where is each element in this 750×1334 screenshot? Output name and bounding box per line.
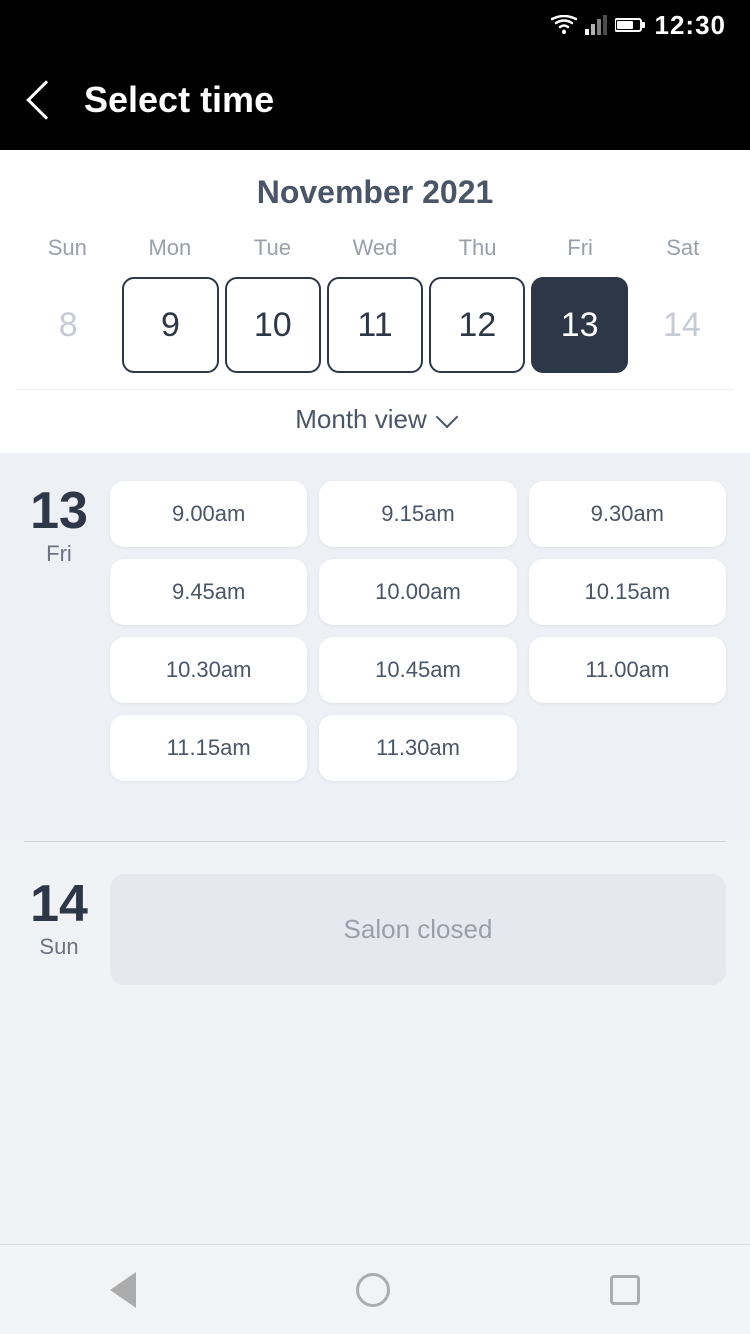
nav-back-button[interactable] (110, 1272, 136, 1308)
day-block-13: 13 Fri 9.00am 9.15am 9.30am 9.45am 10.00… (24, 481, 726, 781)
day-block-14: 14 Sun Salon closed (0, 874, 750, 1017)
section-divider (24, 841, 726, 842)
salon-closed-box: Salon closed (110, 874, 726, 985)
bottom-nav (0, 1244, 750, 1334)
day-header-sat: Sat (631, 231, 734, 265)
day-14-name: Sun (39, 934, 78, 960)
date-cell-8[interactable]: 8 (20, 277, 116, 373)
day-label-14: 14 Sun (24, 874, 94, 985)
date-cell-9[interactable]: 9 (122, 277, 218, 373)
salon-closed-text: Salon closed (344, 914, 493, 945)
day-header-thu: Thu (426, 231, 529, 265)
timeslot-1045am[interactable]: 10.45am (319, 637, 516, 703)
day-header-wed: Wed (324, 231, 427, 265)
day-14-number: 14 (30, 878, 88, 930)
day-header-sun: Sun (16, 231, 119, 265)
date-row: 8 9 10 11 12 13 14 (16, 277, 734, 373)
date-cell-12[interactable]: 12 (429, 277, 525, 373)
battery-icon (615, 17, 645, 33)
back-arrow-icon (26, 80, 66, 120)
timeslot-900am[interactable]: 9.00am (110, 481, 307, 547)
timeslot-930am[interactable]: 9.30am (529, 481, 726, 547)
month-view-toggle[interactable]: Month view (16, 389, 734, 453)
date-cell-13[interactable]: 13 (531, 277, 627, 373)
back-button[interactable] (32, 86, 60, 114)
chevron-down-icon (435, 405, 458, 428)
timeslot-1015am[interactable]: 10.15am (529, 559, 726, 625)
timeslot-1100am[interactable]: 11.00am (529, 637, 726, 703)
timeslot-1115am[interactable]: 11.15am (110, 715, 307, 781)
status-icons (551, 15, 645, 35)
header: Select time (0, 50, 750, 150)
signal-icon (585, 15, 607, 35)
timeslot-section: 13 Fri 9.00am 9.15am 9.30am 9.45am 10.00… (0, 453, 750, 841)
day-header-mon: Mon (119, 231, 222, 265)
timeslots-grid-13: 9.00am 9.15am 9.30am 9.45am 10.00am 10.1… (110, 481, 726, 781)
timeslot-1130am[interactable]: 11.30am (319, 715, 516, 781)
day-header-tue: Tue (221, 231, 324, 265)
month-year: November 2021 (16, 174, 734, 211)
home-nav-icon (356, 1273, 390, 1307)
status-time: 12:30 (655, 10, 727, 41)
calendar-section: November 2021 Sun Mon Tue Wed Thu Fri Sa… (0, 150, 750, 453)
date-cell-10[interactable]: 10 (225, 277, 321, 373)
nav-recent-button[interactable] (610, 1275, 640, 1305)
timeslot-915am[interactable]: 9.15am (319, 481, 516, 547)
timeslot-1030am[interactable]: 10.30am (110, 637, 307, 703)
status-bar: 12:30 (0, 0, 750, 50)
back-nav-icon (110, 1272, 136, 1308)
timeslot-1000am[interactable]: 10.00am (319, 559, 516, 625)
timeslot-945am[interactable]: 9.45am (110, 559, 307, 625)
date-cell-14[interactable]: 14 (634, 277, 730, 373)
page-title: Select time (84, 79, 274, 121)
day-13-number: 13 (30, 485, 88, 537)
day-headers: Sun Mon Tue Wed Thu Fri Sat (16, 231, 734, 265)
date-cell-11[interactable]: 11 (327, 277, 423, 373)
month-view-label: Month view (295, 404, 427, 435)
nav-home-button[interactable] (356, 1273, 390, 1307)
day-label-13: 13 Fri (24, 481, 94, 781)
wifi-icon (551, 15, 577, 35)
recent-nav-icon (610, 1275, 640, 1305)
day-13-name: Fri (46, 541, 72, 567)
day-header-fri: Fri (529, 231, 632, 265)
